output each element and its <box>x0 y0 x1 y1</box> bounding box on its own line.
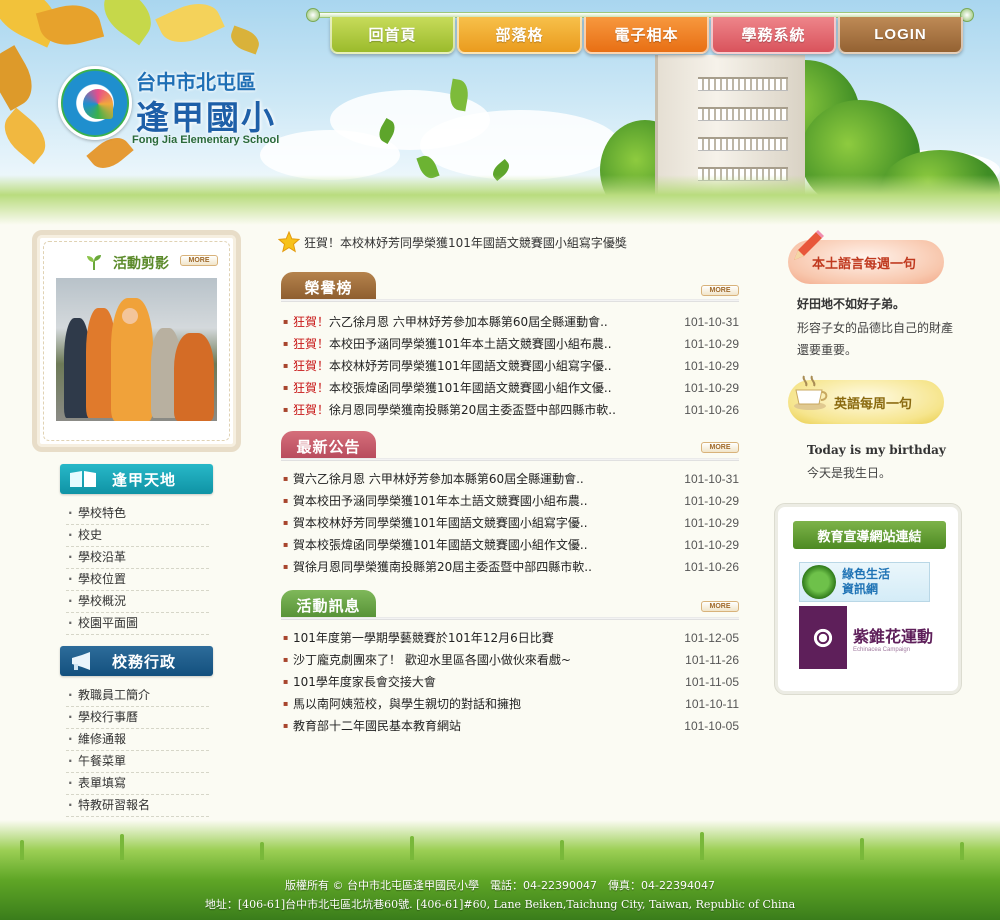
photo-section-title: 活動剪影 <box>113 256 169 272</box>
list-item[interactable]: 教育部十二年國民基本教育網站101-10-05 <box>283 715 739 737</box>
news-list: 賀六乙徐月恩 六甲林妤芳參加本縣第60屆全縣運動會..101-10-31 賀本校… <box>283 468 739 578</box>
list-item[interactable]: 賀本校張煒函同學榮獲101年國語文競賽國小組作文優..101-10-29 <box>283 534 739 556</box>
activity-photo[interactable] <box>56 278 217 421</box>
news-tab: 最新公告 <box>281 431 376 461</box>
education-links-panel: 教育宣導網站連結 綠色生活 資訊網 紫錐花運動 Echinacea Campaig… <box>775 504 961 694</box>
echinacea-subtitle: Echinacea Campaign <box>853 646 911 653</box>
list-item[interactable]: 101年度第一學期學藝競賽於101年12月6日比賽101-12-05 <box>283 627 739 649</box>
events-divider <box>281 617 739 620</box>
list-item[interactable]: 101學年度家長會交接大會101-11-05 <box>283 671 739 693</box>
footer-copyright: 版權所有 © 台中市北屯區逢甲國民小學 電話：04-22390047 傳真：04… <box>285 879 715 892</box>
nav-login[interactable]: LOGIN <box>838 17 963 54</box>
english-translation: 今天是我生日。 <box>807 466 892 480</box>
menu-school-location[interactable]: 學校位置 <box>66 569 209 591</box>
activity-photo-panel: 活動剪影 MORE <box>32 230 241 452</box>
local-language-title: 本土語言每週一句 <box>812 256 917 272</box>
school-logo[interactable] <box>58 66 132 140</box>
admin-section-title: 校務行政 <box>112 652 177 671</box>
school-name-title: 逢甲國小 <box>136 98 276 137</box>
star-icon <box>278 231 300 253</box>
green-life-text-2: 資訊網 <box>842 582 879 596</box>
echinacea-title: 紫錐花運動 <box>853 626 934 646</box>
menu-school-history[interactable]: 校史 <box>66 525 209 547</box>
footer-address: 地址：[406-61]台中市北屯區北坑巷60號. [406-61]#60, La… <box>204 898 796 911</box>
pencil-icon <box>794 230 824 260</box>
english-phrase: Today is my birthday <box>807 443 946 457</box>
coffee-cup-icon <box>794 375 828 410</box>
green-life-icon <box>802 565 836 599</box>
menu-school-features[interactable]: 學校特色 <box>66 503 209 525</box>
header-banner: 台中市北屯區 逢甲國小 Fong Jia Elementary School 回… <box>0 0 1000 225</box>
menu-special-ed-signup[interactable]: 特教研習報名 <box>66 795 209 817</box>
events-more-button[interactable]: MORE <box>701 601 739 612</box>
menu-school-overview[interactable]: 學校概況 <box>66 591 209 613</box>
list-item[interactable]: 狂賀！徐月恩同學榮獲南投縣第20屆主委盃暨中部四縣市軟..101-10-26 <box>283 399 739 421</box>
campus-section-title: 逢甲天地 <box>112 470 177 489</box>
education-links-title: 教育宣導網站連結 <box>793 521 946 549</box>
admin-section-header: 校務行政 <box>60 646 213 676</box>
menu-staff-intro[interactable]: 教職員工簡介 <box>66 685 209 707</box>
nav-home[interactable]: 回首頁 <box>330 17 455 54</box>
list-item[interactable]: 狂賀！本校林妤芳同學榮獲101年國語文競賽國小組寫字優..101-10-29 <box>283 355 739 377</box>
photo-more-button[interactable]: MORE <box>180 255 218 266</box>
rail-knob-left <box>306 8 320 22</box>
menu-school-calendar[interactable]: 學校行事曆 <box>66 707 209 729</box>
nav-student-affairs[interactable]: 學務系統 <box>711 17 836 54</box>
list-item[interactable]: 狂賀！本校張煒函同學榮獲101年國語文競賽國小組作文優..101-10-29 <box>283 377 739 399</box>
events-list: 101年度第一學期學藝競賽於101年12月6日比賽101-12-05 沙丁龐克劇… <box>283 627 739 737</box>
list-item[interactable]: 狂賀！本校田予涵同學榮獲101年本土語文競賽國小組布農..101-10-29 <box>283 333 739 355</box>
menu-campus-map[interactable]: 校園平面圖 <box>66 613 209 635</box>
menu-lunch-menu[interactable]: 午餐菜單 <box>66 751 209 773</box>
local-language-desc: 形容子女的品德比自己的財產還要重要。 <box>797 321 954 357</box>
menu-repair-report[interactable]: 維修通報 <box>66 729 209 751</box>
echinacea-campaign-link[interactable]: 紫錐花運動 Echinacea Campaign <box>799 606 938 669</box>
echinacea-flower-icon <box>809 623 837 652</box>
menu-form-filling[interactable]: 表單填寫 <box>66 773 209 795</box>
headline-text: 狂賀！本校林妤芳同學榮獲101年國語文競賽國小組寫字優獎 <box>304 235 627 250</box>
news-divider <box>281 458 739 461</box>
list-item[interactable]: 賀本校林妤芳同學榮獲101年國語文競賽國小組寫字優..101-10-29 <box>283 512 739 534</box>
honor-more-button[interactable]: MORE <box>701 285 739 296</box>
campus-menu: 學校特色 校史 學校沿革 學校位置 學校概況 校園平面圖 <box>66 503 209 635</box>
admin-menu: 教職員工簡介 學校行事曆 維修通報 午餐菜單 表單填寫 特教研習報名 <box>66 685 209 817</box>
main-nav: 回首頁 部落格 電子相本 學務系統 LOGIN <box>330 17 963 55</box>
honor-tab: 榮譽榜 <box>281 272 376 302</box>
list-item[interactable]: 狂賀！六乙徐月恩 六甲林妤芳參加本縣第60屆全縣運動會..101-10-31 <box>283 311 739 333</box>
english-weekly-title: 英語每周一句 <box>834 396 913 412</box>
list-item[interactable]: 賀六乙徐月恩 六甲林妤芳參加本縣第60屆全縣運動會..101-10-31 <box>283 468 739 490</box>
headline-banner[interactable]: 狂賀！本校林妤芳同學榮獲101年國語文競賽國小組寫字優獎 <box>278 231 748 253</box>
events-tab: 活動訊息 <box>281 590 376 620</box>
school-name-english: Fong Jia Elementary School <box>132 134 280 146</box>
sprout-icon <box>87 255 101 270</box>
book-icon <box>70 471 96 487</box>
green-life-link[interactable]: 綠色生活 資訊網 <box>799 562 930 602</box>
green-life-text-1: 綠色生活 <box>842 567 891 581</box>
nav-photo-album[interactable]: 電子相本 <box>584 17 709 54</box>
news-more-button[interactable]: MORE <box>701 442 739 453</box>
list-item[interactable]: 賀本校田予涵同學榮獲101年本土語文競賽國小組布農..101-10-29 <box>283 490 739 512</box>
campus-section-header: 逢甲天地 <box>60 464 213 494</box>
nav-blog[interactable]: 部落格 <box>457 17 582 54</box>
list-item[interactable]: 馬以南阿姨蒞校，與學生親切的對話和擁抱101-10-11 <box>283 693 739 715</box>
honor-divider <box>281 299 739 302</box>
list-item[interactable]: 賀徐月恩同學榮獲南投縣第20屆主委盃暨中部四縣市軟..101-10-26 <box>283 556 739 578</box>
local-language-phrase: 好田地不如好子弟。 <box>797 297 906 311</box>
list-item[interactable]: 沙丁龐克劇團來了！ 歡迎水里區各國小做伙來看戲~101-11-26 <box>283 649 739 671</box>
honor-list: 狂賀！六乙徐月恩 六甲林妤芳參加本縣第60屆全縣運動會..101-10-31 狂… <box>283 311 739 421</box>
megaphone-icon <box>72 652 90 670</box>
menu-school-evolution[interactable]: 學校沿革 <box>66 547 209 569</box>
